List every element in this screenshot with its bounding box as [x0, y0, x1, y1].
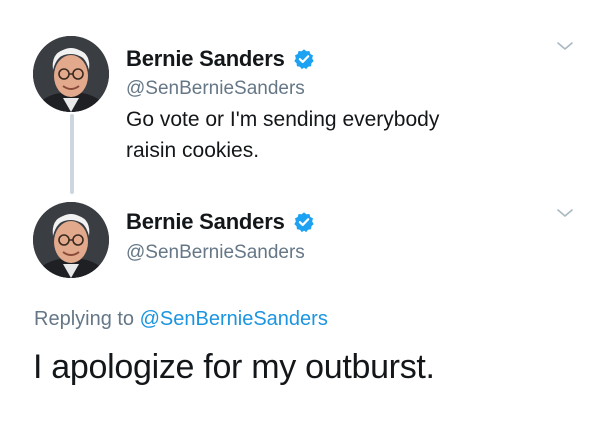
verified-badge-icon	[293, 49, 314, 70]
handle[interactable]: @SenBernieSanders	[126, 242, 305, 264]
tweet-text: Go vote or I'm sending everybody raisin …	[126, 104, 526, 166]
tweet-text-line-1: Go vote or I'm sending everybody	[126, 108, 440, 131]
avatar-image	[33, 36, 109, 112]
display-name[interactable]: Bernie Sanders	[126, 209, 285, 235]
name-row: Bernie Sanders	[126, 209, 315, 235]
avatar[interactable]	[33, 202, 109, 278]
verified-badge-icon	[293, 212, 314, 233]
chevron-down-icon[interactable]	[556, 40, 574, 52]
replying-to-line: Replying to @SenBernieSanders	[34, 308, 328, 331]
replying-prefix: Replying to	[34, 308, 140, 330]
thread-connector-line	[70, 114, 74, 194]
display-name[interactable]: Bernie Sanders	[126, 46, 285, 72]
name-row: Bernie Sanders	[126, 46, 315, 72]
avatar[interactable]	[33, 36, 109, 112]
avatar-image	[33, 202, 109, 278]
chevron-down-icon[interactable]	[556, 207, 574, 219]
tweet-text-line-2: raisin cookies.	[126, 139, 260, 162]
replying-mention-link[interactable]: @SenBernieSanders	[140, 308, 328, 330]
handle[interactable]: @SenBernieSanders	[126, 78, 305, 100]
tweet-text: I apologize for my outburst.	[33, 348, 435, 386]
